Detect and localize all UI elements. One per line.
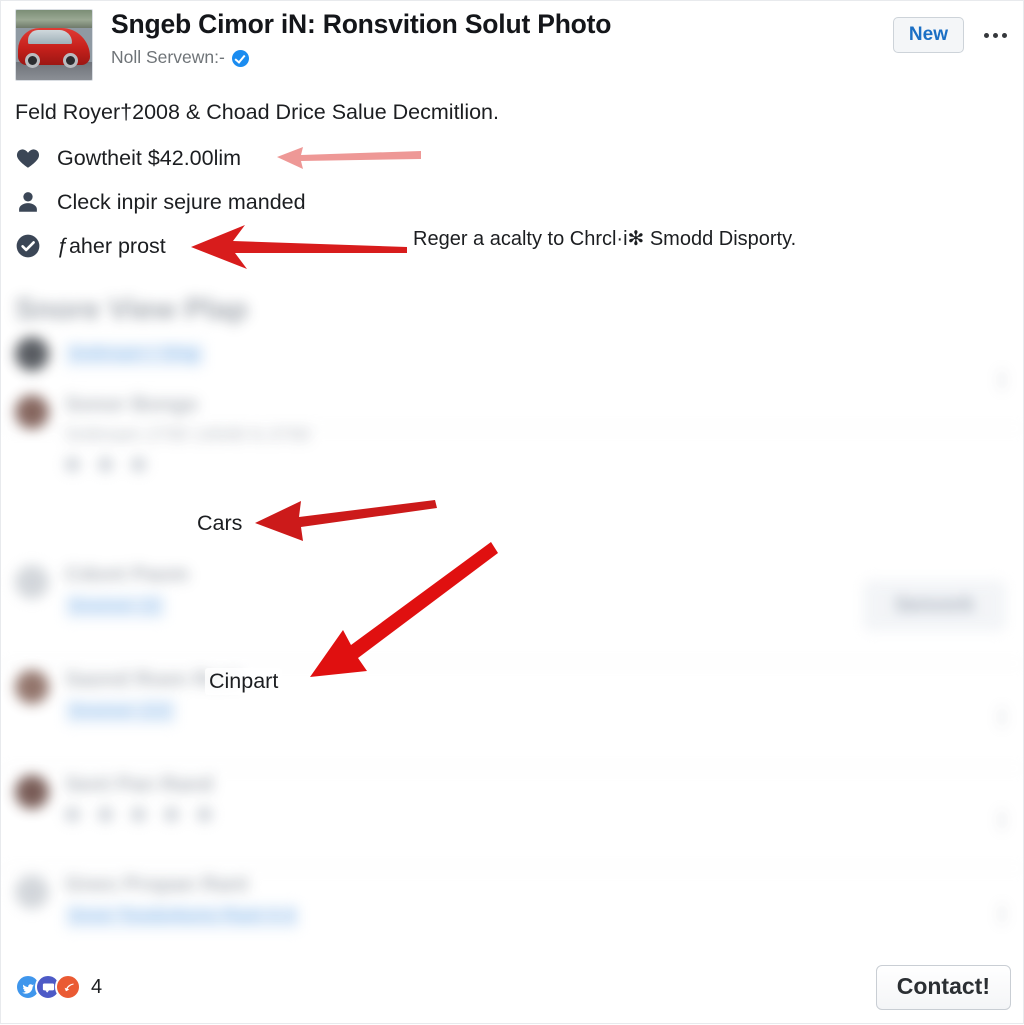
ellipsis-dot <box>1002 32 1007 38</box>
list-item-link[interactable]: Snonon 22 <box>65 595 165 619</box>
avatar <box>15 395 49 429</box>
list-item-title: Cdont Paom <box>65 563 189 586</box>
list-item-subtitle: Snthnam 2700 14040 6.3700 <box>65 425 311 446</box>
ellipsis-dot <box>984 32 989 38</box>
row-menu-icon[interactable] <box>999 905 1005 923</box>
redacted-section-heading: Snore View Plap <box>15 293 248 326</box>
thumbnail-car-window <box>28 29 73 44</box>
avatar <box>15 565 49 599</box>
feature-row-user[interactable]: Cleck inpir sejure manded <box>15 183 715 221</box>
redacted-content-region: Snore View Plap Snthnam t Shtp Sonor Bon… <box>1 279 1024 951</box>
avatar <box>15 875 49 909</box>
thumbnail-sky <box>16 10 92 29</box>
post-card: Sngeb Cimor iN: Ronsvition Solut Photo N… <box>0 0 1024 1024</box>
ellipsis-icon[interactable] <box>980 27 1011 44</box>
new-button[interactable]: New <box>892 17 964 53</box>
row-menu-icon[interactable] <box>999 708 1005 726</box>
annotation-label-cars: Cars <box>193 510 247 537</box>
redacted-content-blur-layer: Snore View Plap Snthnam t Shtp Sonor Bon… <box>1 279 1024 951</box>
check-badge-icon <box>15 233 41 259</box>
list-item[interactable]: Saond Roen Rant Snonon 222 <box>1 664 1024 769</box>
feature-label: Gowtheit $42.00lim <box>57 145 242 170</box>
list-item[interactable]: Gnes Propan Rant Snon Toodorbons Rant 4.… <box>1 869 1024 951</box>
list-item[interactable]: Sonor Bongo Snthnam 2700 14040 6.3700 <box>1 389 1024 554</box>
list-item[interactable]: Sent Pan Rand <box>1 769 1024 869</box>
page-title: Sngeb Cimor iN: Ronsvition Solut Photo <box>111 9 612 39</box>
annotation-label-cinpart: Cinpart <box>205 668 283 695</box>
row-chip-strip <box>65 457 1011 472</box>
feature-label: Cleck inpir sejure manded <box>57 189 306 214</box>
list-item-title: Gnes Propan Rant <box>65 873 249 896</box>
reaction-count: 4 <box>91 975 103 998</box>
feature-row-price[interactable]: Gowtheit $42.00lim <box>15 139 715 177</box>
listing-thumbnail[interactable] <box>15 9 93 81</box>
avatar <box>15 775 49 809</box>
row-action-button[interactable]: Senvork <box>864 581 1005 630</box>
list-item-link[interactable]: Snonon 222 <box>65 700 176 724</box>
avatar <box>15 337 49 371</box>
page-subtitle: Noll Servewn:- <box>111 47 225 68</box>
list-item-title: Sent Pan Rand <box>65 773 214 796</box>
post-footer: 4 Contact! <box>1 951 1024 1023</box>
list-item-title: Sonor Bongo <box>65 393 198 416</box>
header-actions: New <box>892 7 1011 53</box>
ellipsis-dot <box>993 32 998 38</box>
list-item[interactable]: Cdont Paom Snonon 22 Senvork <box>1 559 1024 664</box>
page-subtitle-row: Noll Servewn:- <box>111 48 893 67</box>
person-icon <box>15 189 41 215</box>
row-chip-strip <box>65 807 1011 822</box>
verified-badge-icon <box>231 49 249 67</box>
heart-icon <box>15 145 41 171</box>
row-menu-icon[interactable] <box>999 371 1005 389</box>
row-menu-icon[interactable] <box>999 811 1005 829</box>
haha-reaction-icon[interactable] <box>55 974 81 1000</box>
header-text-block: Sngeb Cimor iN: Ronsvition Solut Photo N… <box>111 7 893 68</box>
list-item-link[interactable]: Snon Toodorbons Rant 4.4 <box>65 905 299 929</box>
contact-button[interactable]: Contact! <box>875 964 1011 1010</box>
post-description: Feld Royer†2008 & Choad Drice Salue Decm… <box>15 100 499 124</box>
list-item-link[interactable]: Snthnam t Shtp <box>65 343 204 367</box>
post-header: Sngeb Cimor iN: Ronsvition Solut Photo N… <box>1 1 1024 93</box>
reaction-group[interactable]: 4 <box>15 974 102 1000</box>
side-note-text: Reger a acalty to Chrcl·i✻ Smodd Disport… <box>413 228 797 250</box>
feature-label: ƒaher prost <box>57 233 166 258</box>
feature-list: Gowtheit $42.00lim Cleck inpir sejure ma… <box>15 139 715 271</box>
avatar <box>15 670 49 704</box>
